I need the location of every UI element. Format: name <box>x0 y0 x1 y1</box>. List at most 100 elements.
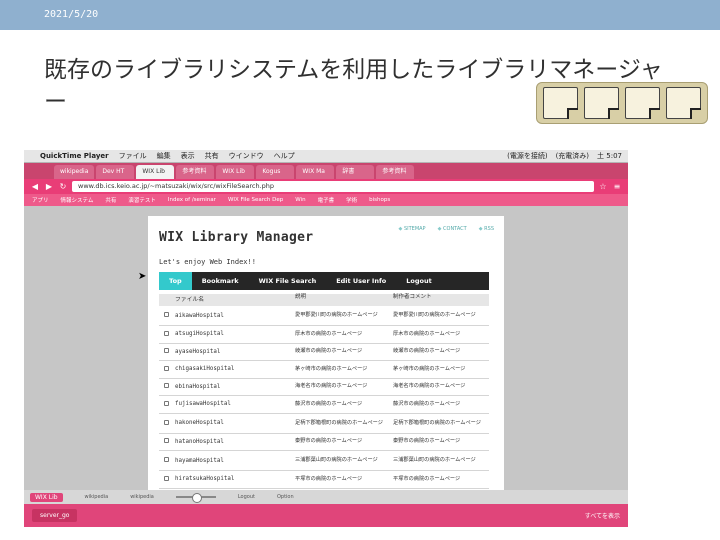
row-checkbox[interactable] <box>163 330 169 336</box>
nav-wix-file-search[interactable]: WIX File Search <box>249 272 327 290</box>
browser-tab[interactable]: WIX Ma <box>296 165 335 179</box>
volume-slider[interactable] <box>175 493 216 503</box>
row-file-name[interactable]: fujisawaHospital <box>173 401 293 407</box>
bookmark[interactable]: 共有 <box>105 196 116 204</box>
download-item[interactable]: server_go <box>32 509 78 522</box>
reload-icon[interactable]: ↻ <box>58 182 68 192</box>
slide-date: 2021/5/20 <box>44 9 99 20</box>
menu-item[interactable]: 表示 <box>181 151 195 161</box>
menu-icon[interactable]: ≡ <box>612 182 622 192</box>
dock-item[interactable]: Logout <box>238 494 255 500</box>
row-checkbox-cell <box>159 419 173 427</box>
top-links: SITEMAP CONTACT RSS <box>399 226 494 232</box>
bookmark[interactable]: アプリ <box>32 196 49 204</box>
bookmark[interactable]: Index of /seminar <box>168 197 216 203</box>
url-field[interactable]: www.db.ics.keio.ac.jp/~matsuzaki/wix/src… <box>72 181 594 192</box>
dock-item[interactable]: WIX Lib <box>30 492 63 502</box>
row-comment: 秦野市の病院のホームページ <box>393 438 461 445</box>
table-row: hayamaHospital 三浦郡葉山町の病院のホームページ 三浦郡葉山町の病院の… <box>159 451 489 471</box>
row-checkbox[interactable] <box>163 419 169 425</box>
row-checkbox-cell <box>159 475 173 483</box>
row-file-name[interactable]: chigasakiHospital <box>173 366 293 372</box>
menu-item[interactable]: ヘルプ <box>274 151 295 161</box>
contact-link[interactable]: CONTACT <box>438 226 467 232</box>
bookmark[interactable]: 学術 <box>346 196 357 204</box>
downloads-bar: server_go すべてを表示 <box>24 504 628 527</box>
rss-link[interactable]: RSS <box>479 226 494 232</box>
row-comment: 茅ヶ崎市の病院のホームページ <box>393 365 466 372</box>
table-row: ebinaHospital 海老名市の病院のホームページ 海老名市の病院のホームペー… <box>159 379 489 396</box>
dock-item[interactable]: wikipedia <box>130 494 154 500</box>
row-description: 平塚市の病院のホームページ <box>295 475 363 482</box>
row-description: 足柄下郡箱根町の病院のホームページ <box>295 419 383 426</box>
row-checkbox[interactable] <box>163 348 169 354</box>
header-file-name: ファイル名 <box>175 297 204 303</box>
row-checkbox[interactable] <box>163 312 169 317</box>
table-row: atsugiHospital 厚木市の病院のホームページ 厚木市の病院のホームページ <box>159 326 489 344</box>
row-file-name[interactable]: ayaseHospital <box>173 349 293 355</box>
browser-tab[interactable]: Kogus <box>256 165 295 179</box>
browser-tab[interactable]: 参考資料 <box>376 165 415 179</box>
row-comment: 足柄下郡箱根町の病院のホームページ <box>393 419 481 426</box>
row-file-name[interactable]: hiratsukaHospital <box>173 476 293 482</box>
browser-tab[interactable]: 参考資料 <box>176 165 215 179</box>
browser-tab[interactable]: 辞書 <box>336 165 375 179</box>
row-file-name[interactable]: aikawaHospital <box>173 313 293 319</box>
menu-item[interactable]: 共有 <box>205 151 219 161</box>
bookmarks-bar: アプリ 情報システム 共有 演習テスト Index of /seminar WI… <box>24 194 628 206</box>
dock-item[interactable]: Option <box>277 494 294 500</box>
nav-logout[interactable]: Logout <box>396 272 441 290</box>
status-text: (電源を接続) <box>507 152 548 160</box>
nav-bookmark[interactable]: Bookmark <box>192 272 249 290</box>
back-icon[interactable]: ◀ <box>30 182 40 192</box>
browser-tab[interactable]: WIX Lib <box>216 165 255 179</box>
browser-tab[interactable]: Dev HT <box>96 165 135 179</box>
file-table: ファイル名 説明 制作者コメント aikawaHospital 愛甲郡愛川町の病院… <box>159 294 489 490</box>
browser-screenshot: QuickTime Player ファイル 編集 表示 共有 ウインドウ ヘルプ… <box>24 150 628 527</box>
row-checkbox[interactable] <box>163 383 169 389</box>
row-file-name[interactable]: hatanoHospital <box>173 439 293 445</box>
card-icon <box>666 87 701 119</box>
slide-header-bar: 2021/5/20 <box>0 0 720 30</box>
row-checkbox[interactable] <box>163 400 169 406</box>
row-checkbox[interactable] <box>163 365 169 371</box>
browser-tab-active[interactable]: WIX Lib <box>136 165 175 179</box>
bookmark[interactable]: Win <box>295 197 305 203</box>
forward-icon[interactable]: ▶ <box>44 182 54 192</box>
row-description: 綾瀬市の病院のホームページ <box>295 348 363 355</box>
dock-item[interactable]: wikipedia <box>85 494 109 500</box>
bookmark[interactable]: 電子書 <box>318 196 335 204</box>
row-file-name[interactable]: hakoneHospital <box>173 420 293 426</box>
nav-top[interactable]: Top <box>159 272 192 290</box>
menu-item[interactable]: ウインドウ <box>229 151 264 161</box>
row-file-name[interactable]: ebinaHospital <box>173 384 293 390</box>
row-checkbox[interactable] <box>163 438 169 444</box>
row-file-name[interactable]: atsugiHospital <box>173 331 293 337</box>
table-header: ファイル名 説明 制作者コメント <box>159 294 489 306</box>
show-all-downloads[interactable]: すべてを表示 <box>585 511 620 520</box>
bookmark[interactable]: 演習テスト <box>128 196 156 204</box>
row-description: 厚木市の病院のホームページ <box>295 330 363 337</box>
row-comment: 綾瀬市の病院のホームページ <box>393 348 461 355</box>
table-body: aikawaHospital 愛甲郡愛川町の病院のホームページ 愛甲郡愛川町の病院の… <box>159 306 489 490</box>
app-name[interactable]: QuickTime Player <box>40 152 109 160</box>
row-checkbox[interactable] <box>163 457 169 462</box>
row-description: 藤沢市の病院のホームページ <box>295 400 363 407</box>
bookmark[interactable]: bishops <box>369 197 390 203</box>
menu-item[interactable]: 編集 <box>157 151 171 161</box>
row-checkbox[interactable] <box>163 475 169 481</box>
browser-tab[interactable]: wikipedia <box>54 165 95 179</box>
page-subtitle: Let's enjoy Web Index!! <box>159 258 256 266</box>
star-icon[interactable]: ☆ <box>598 182 608 192</box>
row-file-name[interactable]: hayamaHospital <box>173 458 293 464</box>
page-title: WIX Library Manager <box>159 230 314 245</box>
table-row: fujisawaHospital 藤沢市の病院のホームページ 藤沢市の病院のホームペ… <box>159 396 489 414</box>
row-checkbox-cell <box>159 457 173 464</box>
sitemap-link[interactable]: SITEMAP <box>399 226 426 232</box>
bookmark[interactable]: WIX File Search Dep <box>228 197 283 203</box>
address-bar-row: ◀ ▶ ↻ www.db.ics.keio.ac.jp/~matsuzaki/w… <box>24 179 628 194</box>
bookmark[interactable]: 情報システム <box>61 196 94 204</box>
row-comment: 藤沢市の病院のホームページ <box>393 400 461 407</box>
menu-item[interactable]: ファイル <box>119 151 147 161</box>
nav-edit-user-info[interactable]: Edit User Info <box>326 272 396 290</box>
